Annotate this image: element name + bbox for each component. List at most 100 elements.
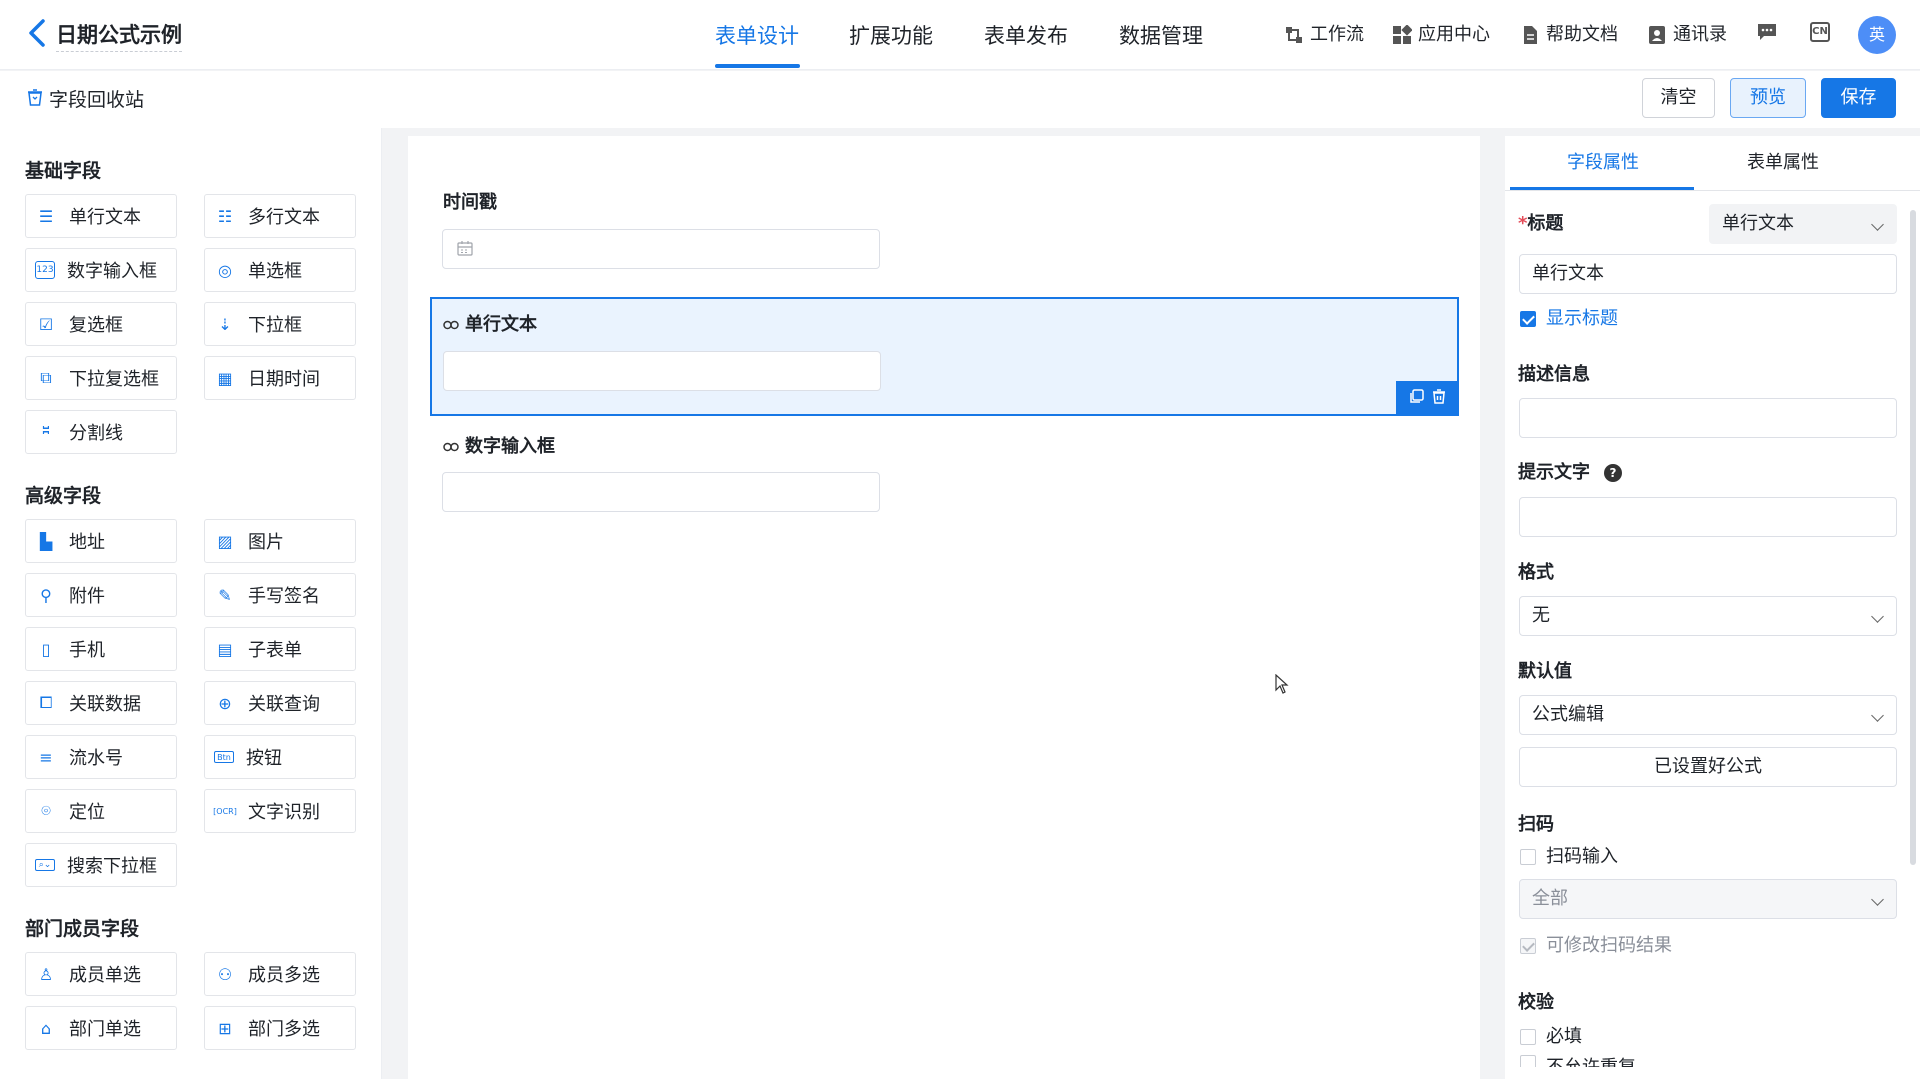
field-number-input[interactable]: 123 数字输入框 [25,248,177,292]
single-line-input[interactable] [443,351,881,391]
tab-extensions[interactable]: 扩展功能 [849,22,933,50]
contacts-link[interactable]: 通讯录 [1647,22,1727,48]
section-basic-fields: 基础字段 [25,160,102,182]
formula-button[interactable]: 已设置好公式 [1519,747,1897,787]
field-ocr[interactable]: [OCR] 文字识别 [204,789,356,833]
tab-form-publish[interactable]: 表单发布 [984,22,1068,50]
help-docs-link[interactable]: 帮助文档 [1520,22,1618,48]
field-type-select[interactable]: 单行文本 [1709,204,1897,244]
description-input[interactable] [1519,398,1897,438]
field-label: 手机 [69,640,105,661]
format-select[interactable]: 无 [1519,596,1897,636]
field-location[interactable]: ⌾ 定位 [25,789,177,833]
field-button[interactable]: Btn 按钮 [204,735,356,779]
field-linked-data[interactable]: ⧠ 关联数据 [25,681,177,725]
field-radio[interactable]: ◎ 单选框 [204,248,356,292]
help-docs-label: 帮助文档 [1546,24,1618,45]
field-label: 按钮 [246,748,282,769]
show-title-label: 显示标题 [1546,308,1618,329]
scan-scope-select[interactable]: 全部 [1519,879,1897,919]
app-title[interactable]: 日期公式示例 [56,21,182,52]
field-member-single[interactable]: ♙ 成员单选 [25,952,177,996]
app-center-link[interactable]: 应用中心 [1392,22,1490,48]
field-linked-query[interactable]: ⊕ 关联查询 [204,681,356,725]
language-switch[interactable]: CN [1810,22,1830,42]
recycle-label: 字段回收站 [49,89,145,111]
avatar[interactable]: 英 [1858,16,1896,54]
field-signature[interactable]: ✎ 手写签名 [204,573,356,617]
calendar-icon [457,240,473,260]
field-label: 关联查询 [248,694,320,715]
messages-button[interactable] [1756,22,1776,42]
scan-editable-checkbox[interactable]: 可修改扫码结果 [1520,933,1672,959]
hint-text-input[interactable] [1519,497,1897,537]
member-single-icon: ♙ [38,964,54,984]
default-value-label: 默认值 [1518,661,1572,682]
field-label-number-input: 数字输入框 [443,435,555,459]
field-department-single[interactable]: ⌂ 部门单选 [25,1006,177,1050]
recycle-icon [27,87,43,113]
back-arrow-icon[interactable] [28,18,46,56]
field-address[interactable]: ▙ 地址 [25,519,177,563]
field-member-multi[interactable]: ⚇ 成员多选 [204,952,356,996]
props-scrollbar[interactable] [1910,210,1916,865]
dropdown-icon: ⇣ [218,314,232,334]
field-image[interactable]: ▨ 图片 [204,519,356,563]
field-single-line-text[interactable]: ☰ 单行文本 [25,194,177,238]
field-department-multi[interactable]: ⊞ 部门多选 [204,1006,356,1050]
checkbox-unchecked-icon [1520,849,1536,865]
title-input[interactable]: 单行文本 [1519,254,1897,294]
help-icon[interactable]: ? [1604,464,1622,482]
no-duplicate-label: 不允许重复 [1546,1055,1636,1067]
link-icon [443,435,459,459]
save-button[interactable]: 保存 [1821,78,1896,118]
department-multi-icon: ⊞ [218,1018,232,1038]
copy-icon[interactable] [1409,389,1424,408]
field-divider[interactable]: ⎶ 分割线 [25,410,177,454]
field-serial-number[interactable]: ≡ 流水号 [25,735,177,779]
timestamp-input[interactable] [442,229,880,269]
field-date-time[interactable]: ▦ 日期时间 [204,356,356,400]
field-dropdown[interactable]: ⇣ 下拉框 [204,302,356,346]
tab-form-design[interactable]: 表单设计 [715,22,799,50]
delete-icon[interactable] [1432,389,1446,408]
checkbox-checked-icon [1520,311,1536,327]
chevron-down-icon [1871,218,1884,231]
default-value-select[interactable]: 公式编辑 [1519,695,1897,735]
field-checkbox[interactable]: ☑ 复选框 [25,302,177,346]
tab-field-properties[interactable]: 字段属性 [1567,150,1639,176]
format-label: 格式 [1518,562,1554,583]
show-title-checkbox[interactable]: 显示标题 [1520,306,1618,332]
field-subform[interactable]: ▤ 子表单 [204,627,356,671]
field-phone[interactable]: ▯ 手机 [25,627,177,671]
scan-input-checkbox[interactable]: 扫码输入 [1520,844,1618,870]
preview-button[interactable]: 预览 [1730,78,1806,118]
field-attachment[interactable]: ⚲ 附件 [25,573,177,617]
checkbox-unchecked-icon [1520,1055,1536,1067]
message-icon [1756,22,1776,42]
field-label-single-line: 单行文本 [443,313,537,337]
no-duplicate-checkbox[interactable]: 不允许重复 [1520,1055,1636,1067]
multi-line-icon: ☷ [217,206,233,226]
field-search-dropdown[interactable]: ⌕⌄ 搜索下拉框 [25,843,177,887]
field-dropdown-checkbox[interactable]: ⧉ 下拉复选框 [25,356,177,400]
required-checkbox[interactable]: 必填 [1520,1024,1582,1050]
divider-icon: ⎶ [42,422,50,441]
field-multi-line-text[interactable]: ☷ 多行文本 [204,194,356,238]
ocr-icon: [OCR] [213,806,237,816]
title-prop-label: *标题 [1518,211,1563,237]
validation-label: 校验 [1518,992,1554,1013]
scan-label: 扫码 [1518,814,1554,835]
workflow-link[interactable]: 工作流 [1284,22,1364,48]
serial-number-icon: ≡ [39,747,53,767]
clear-button[interactable]: 清空 [1642,78,1715,118]
number-input[interactable] [442,472,880,512]
field-recycle-bin[interactable]: 字段回收站 [27,87,144,113]
field-label: 分割线 [69,423,123,444]
subform-icon: ▤ [217,639,233,659]
form-canvas[interactable] [408,136,1480,1079]
tab-form-properties[interactable]: 表单属性 [1747,150,1819,176]
tab-data-management[interactable]: 数据管理 [1119,22,1203,50]
checkbox-disabled-checked-icon [1520,938,1536,954]
field-label: 关联数据 [69,694,141,715]
